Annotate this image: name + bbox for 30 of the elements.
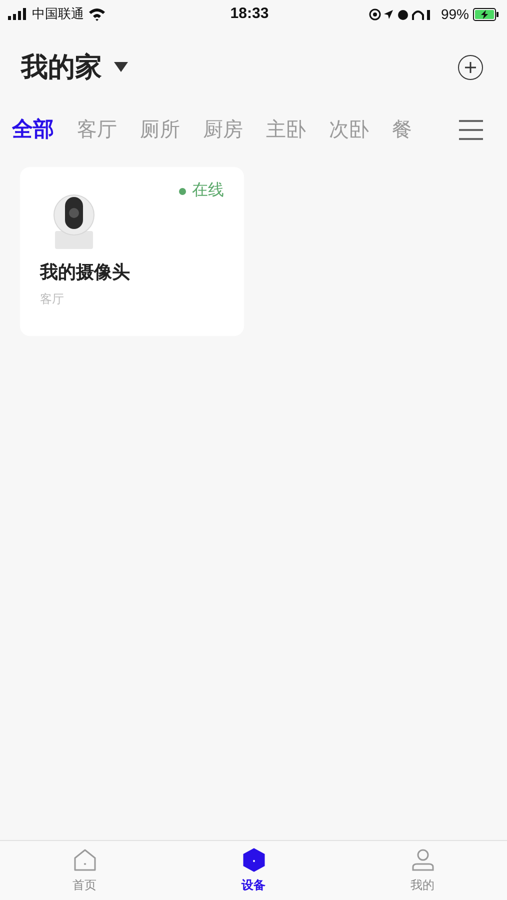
plus-icon — [465, 62, 476, 72]
device-card[interactable]: 在线 我的摄像头 客厅 — [20, 167, 244, 336]
nav-tab[interactable]: 设备 — [169, 841, 338, 900]
room-tab[interactable]: 主卧 — [266, 115, 306, 145]
device-room: 客厅 — [40, 291, 65, 308]
hexagon-icon — [242, 848, 266, 872]
battery-charging-icon — [473, 8, 499, 20]
carrier-name: 中国联通 — [32, 5, 84, 24]
wifi-icon — [88, 8, 106, 20]
room-tab[interactable]: 厨房 — [203, 115, 243, 145]
device-name: 我的摄像头 — [40, 261, 131, 284]
home-title: 我的家 — [21, 50, 102, 84]
home-icon — [72, 848, 96, 872]
person-icon — [410, 848, 434, 872]
signal-icon — [8, 8, 28, 20]
add-button[interactable] — [458, 54, 483, 80]
room-tab[interactable]: 厕所 — [140, 115, 180, 145]
nav-tab[interactable]: 首页 — [0, 841, 169, 900]
room-tab[interactable]: 全部 — [12, 114, 54, 146]
dropdown-caret-icon — [114, 62, 128, 72]
battery-percent: 99% — [440, 4, 469, 24]
menu-icon[interactable] — [459, 120, 483, 140]
room-tab[interactable]: 次卧 — [329, 115, 369, 145]
status-time: 18:33 — [230, 4, 269, 24]
room-tab[interactable]: 餐 — [392, 115, 412, 145]
room-tab[interactable]: 客厅 — [77, 115, 117, 145]
camera-drawing — [52, 193, 96, 251]
nav-tab[interactable]: 我的 — [338, 841, 507, 900]
online-status: 在线 — [192, 180, 224, 201]
home-selector[interactable]: 我的家 — [21, 46, 128, 88]
